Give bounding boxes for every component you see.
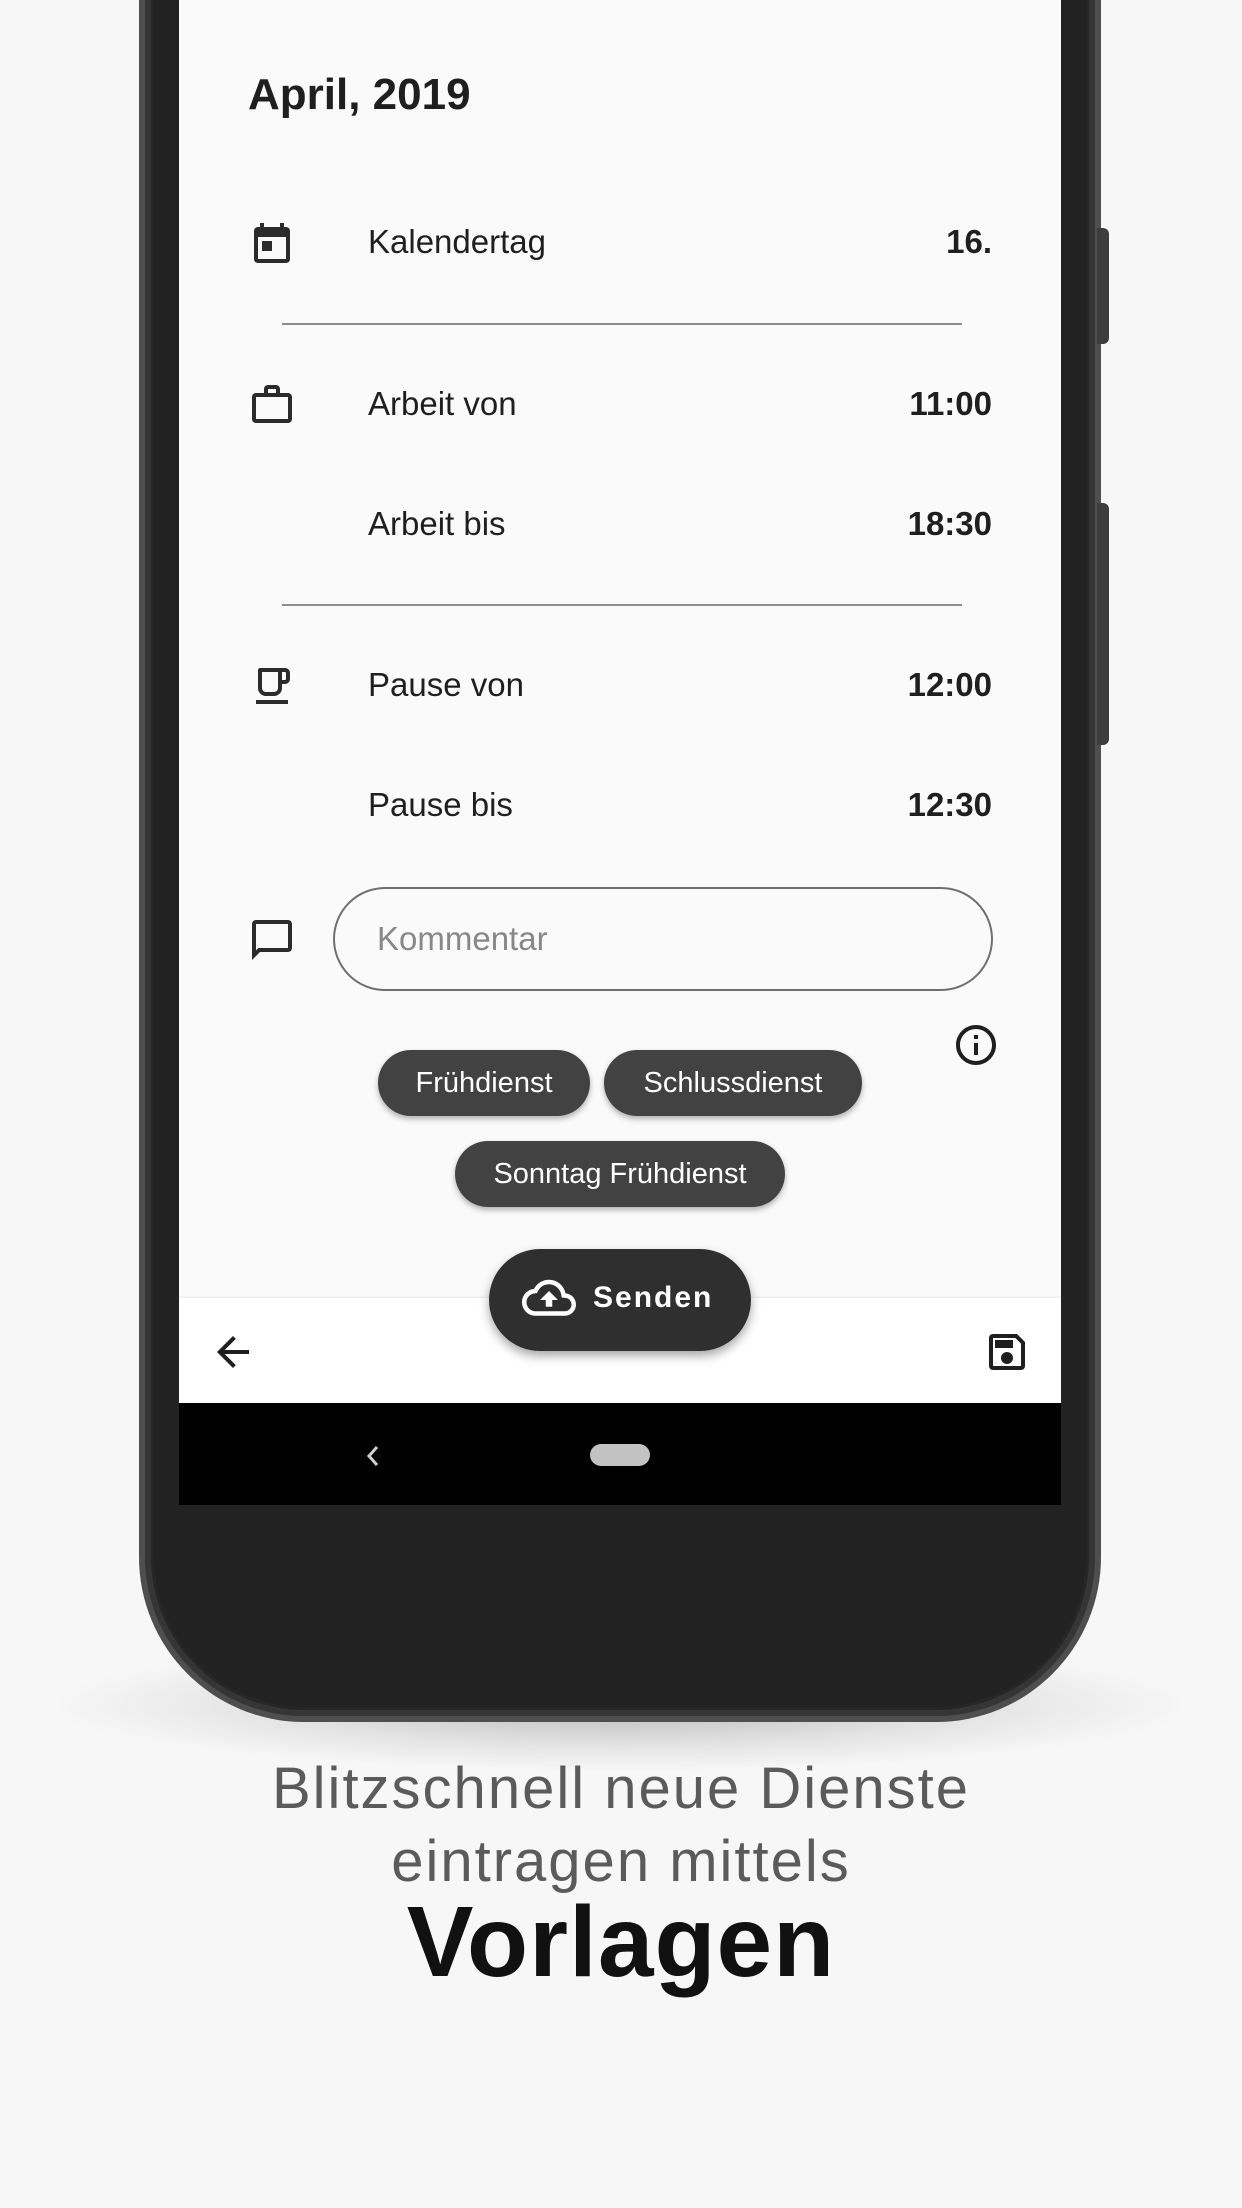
template-chip-fruehdienst[interactable]: Frühdienst xyxy=(378,1050,590,1116)
nav-home-pill[interactable] xyxy=(590,1444,650,1466)
divider xyxy=(282,604,962,606)
briefcase-icon xyxy=(252,385,292,423)
row-work-to[interactable]: Arbeit bis 18:30 xyxy=(179,485,1061,565)
calendar-day-label: Kalendertag xyxy=(368,223,546,260)
system-nav-bar xyxy=(179,1403,1061,1505)
break-to-label: Pause bis xyxy=(368,786,513,823)
row-work-from[interactable]: Arbeit von 11:00 xyxy=(179,365,1061,445)
row-break-to[interactable]: Pause bis 12:30 xyxy=(179,766,1061,846)
work-to-value: 18:30 xyxy=(907,505,992,542)
app-screen: April, 2019 Kalendertag 16. Arbeit von 1… xyxy=(179,0,1061,1505)
template-chip-sonntag-fruehdienst[interactable]: Sonntag Frühdienst xyxy=(455,1141,785,1207)
cloud-upload-icon xyxy=(522,1279,576,1316)
work-from-value: 11:00 xyxy=(909,385,992,422)
calendar-icon xyxy=(254,223,290,263)
row-break-from[interactable]: Pause von 12:00 xyxy=(179,646,1061,726)
comment-icon xyxy=(252,920,292,960)
row-calendar-day[interactable]: Kalendertag 16. xyxy=(179,203,1061,283)
comment-input[interactable] xyxy=(333,887,993,991)
break-from-value: 12:00 xyxy=(907,666,992,703)
break-from-label: Pause von xyxy=(368,666,524,703)
divider xyxy=(282,323,962,325)
send-button[interactable]: Senden xyxy=(489,1249,751,1351)
nav-back-icon[interactable] xyxy=(361,1441,383,1471)
phone-volume-button xyxy=(1097,228,1109,344)
break-to-value: 12:30 xyxy=(907,786,992,823)
send-button-label: Senden xyxy=(593,1281,714,1314)
save-icon[interactable] xyxy=(983,1328,1031,1376)
caption-emphasis: Vorlagen xyxy=(406,1886,836,1998)
info-icon[interactable] xyxy=(952,1021,1000,1069)
back-arrow-icon[interactable] xyxy=(209,1328,257,1376)
work-to-label: Arbeit bis xyxy=(368,505,506,542)
coffee-icon xyxy=(256,668,290,704)
caption-line-1: Blitzschnell neue Dienste xyxy=(271,1756,971,1821)
work-from-label: Arbeit von xyxy=(368,385,517,422)
calendar-day-value: 16. xyxy=(946,223,992,260)
phone-power-button xyxy=(1097,503,1109,745)
template-chip-schlussdienst[interactable]: Schlussdienst xyxy=(604,1050,862,1116)
month-title: April, 2019 xyxy=(248,70,471,119)
